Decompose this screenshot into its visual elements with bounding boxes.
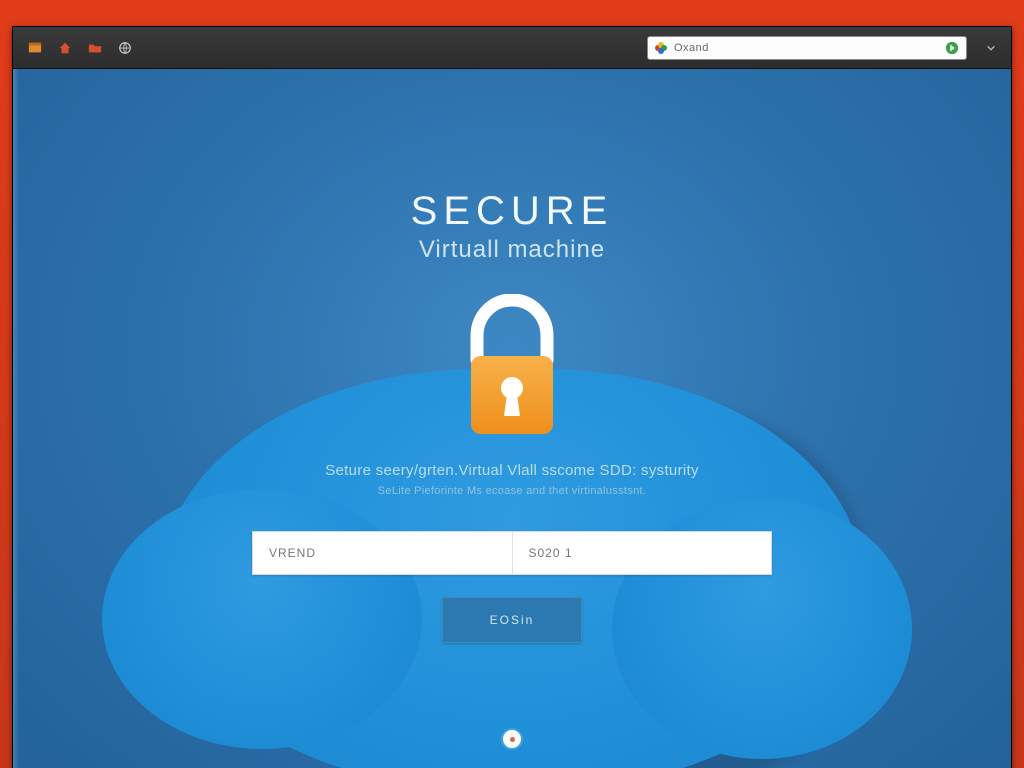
url-text: Oxand [674, 42, 938, 54]
login-button[interactable]: EOSin [442, 597, 582, 643]
window-icon[interactable] [27, 40, 43, 56]
hero-subtitle: Virtuall machine [192, 236, 832, 264]
toolbar-left-icons [27, 40, 133, 56]
browser-toolbar: Oxand [13, 27, 1011, 69]
folder-icon[interactable] [87, 40, 103, 56]
hero-title: SECURE [192, 189, 832, 234]
os-window-frame: Oxand SECURE Virtuall machine [0, 0, 1024, 768]
chevron-down-icon[interactable] [985, 42, 997, 54]
page-content: SECURE Virtuall machine [13, 69, 1011, 768]
tagline-secondary: SeLite Pieforinte Ms ecoase and thet vir… [192, 485, 832, 497]
pager-dot[interactable] [503, 730, 521, 748]
home-icon[interactable] [57, 40, 73, 56]
browser-window: Oxand SECURE Virtuall machine [12, 26, 1012, 768]
url-bar[interactable]: Oxand [647, 36, 967, 60]
globe-icon[interactable] [117, 40, 133, 56]
credentials-row [252, 531, 772, 575]
tagline-primary: Seture seery/grten.Virtual Vlall sscome … [192, 462, 832, 479]
go-arrow-icon[interactable] [944, 40, 960, 56]
password-input[interactable] [513, 532, 772, 574]
edge-highlight [13, 69, 19, 768]
hero-stack: SECURE Virtuall machine [192, 189, 832, 643]
username-input[interactable] [253, 532, 512, 574]
multicolor-favicon-icon [654, 41, 668, 55]
login-button-label: EOSin [490, 613, 535, 627]
lock-icon [447, 294, 577, 444]
